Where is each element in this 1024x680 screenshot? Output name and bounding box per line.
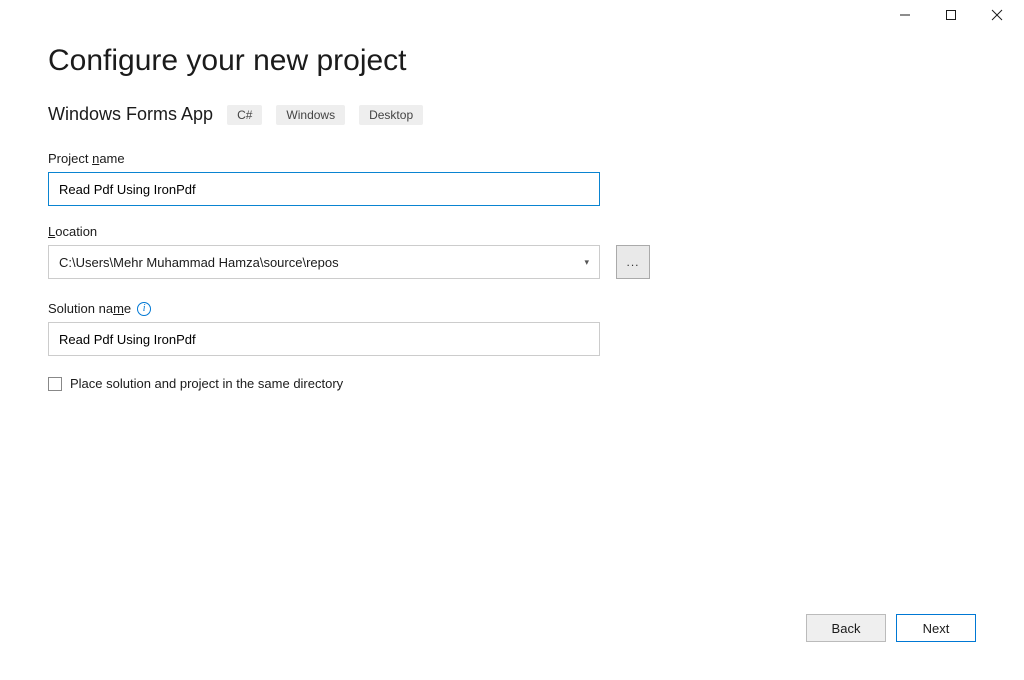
solution-name-input[interactable] bbox=[48, 322, 600, 356]
same-directory-row[interactable]: Place solution and project in the same d… bbox=[48, 376, 976, 391]
ellipsis-icon: ... bbox=[626, 255, 639, 269]
template-summary: Windows Forms App C# Windows Desktop bbox=[48, 104, 976, 125]
next-button[interactable]: Next bbox=[896, 614, 976, 642]
same-directory-checkbox[interactable] bbox=[48, 377, 62, 391]
chevron-down-icon: ▾ bbox=[584, 257, 589, 268]
location-value: C:\Users\Mehr Muhammad Hamza\source\repo… bbox=[59, 255, 339, 270]
close-button[interactable] bbox=[988, 6, 1006, 24]
maximize-icon bbox=[945, 9, 957, 21]
location-combo[interactable]: C:\Users\Mehr Muhammad Hamza\source\repo… bbox=[48, 245, 600, 279]
tag-desktop: Desktop bbox=[359, 105, 423, 125]
tag-csharp: C# bbox=[227, 105, 262, 125]
minimize-icon bbox=[899, 9, 911, 21]
project-name-input[interactable] bbox=[48, 172, 600, 206]
info-icon[interactable]: i bbox=[137, 302, 151, 316]
minimize-button[interactable] bbox=[896, 6, 914, 24]
project-name-label: Project name bbox=[48, 151, 976, 166]
maximize-button[interactable] bbox=[942, 6, 960, 24]
back-button[interactable]: Back bbox=[806, 614, 886, 642]
browse-button[interactable]: ... bbox=[616, 245, 650, 279]
same-directory-label: Place solution and project in the same d… bbox=[70, 376, 343, 391]
solution-name-label: Solution name i bbox=[48, 301, 976, 316]
page-title: Configure your new project bbox=[48, 44, 976, 78]
location-label: Location bbox=[48, 224, 976, 239]
template-name: Windows Forms App bbox=[48, 104, 213, 125]
tag-windows: Windows bbox=[276, 105, 345, 125]
window-controls bbox=[896, 0, 1024, 30]
wizard-footer: Back Next bbox=[806, 614, 976, 642]
close-icon bbox=[991, 9, 1003, 21]
